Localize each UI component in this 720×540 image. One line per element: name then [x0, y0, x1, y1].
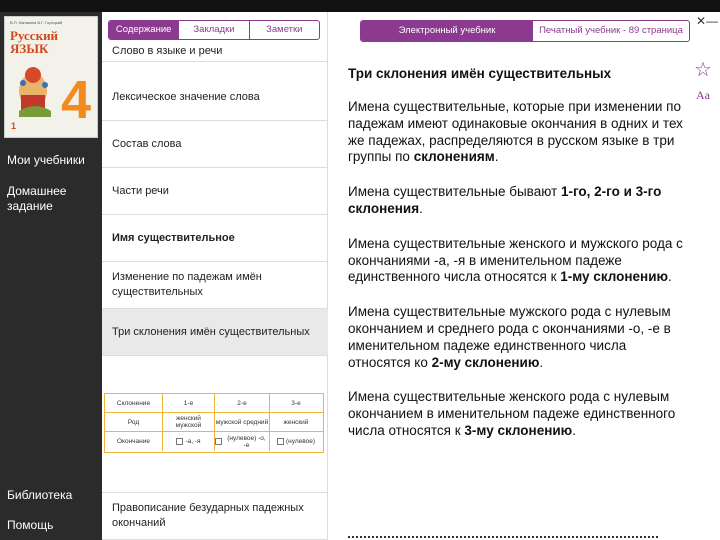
font-size-button[interactable]: Aa: [696, 88, 710, 103]
toc-item-label: Три склонения имён существительных: [112, 325, 310, 338]
toc-item-label: Имя существительное: [112, 231, 235, 244]
table-cell: (нулевое): [270, 432, 322, 451]
toc-item[interactable]: Слово в языке и речи: [102, 42, 328, 62]
tab-printed-textbook[interactable]: Печатный учебник - 89 страница: [533, 21, 689, 41]
sidebar-item-library[interactable]: Библиотека: [7, 488, 72, 503]
paragraph-end: .: [494, 149, 499, 165]
contents-panel: Содержание Закладки Заметки Слово в язык…: [102, 12, 328, 540]
table-cell: (нулевое) -о, -е: [215, 432, 270, 451]
checkbox[interactable]: [215, 438, 222, 445]
toc-item-label: Состав слова: [112, 137, 182, 150]
toc-item[interactable]: Части речи: [102, 168, 328, 215]
table-cell: женский мужской: [163, 413, 215, 431]
close-icon[interactable]: ✕—: [696, 14, 718, 28]
tab-notes[interactable]: Заметки: [250, 21, 319, 39]
book-title: Русский язык: [10, 29, 58, 55]
toc-item-selected[interactable]: Три склонения имён существительных: [102, 309, 328, 356]
table-cell: Окончание: [105, 432, 163, 451]
article-paragraph: Имена существительные, которые при измен…: [348, 99, 690, 166]
article: Три склонения имён существительных Имена…: [348, 66, 690, 458]
book-grade: 4: [60, 70, 91, 130]
book-authors: В.П. Канакина В.Г. Горецкий: [10, 20, 63, 25]
toc-item[interactable]: Изменение по падежам имён существительны…: [102, 262, 328, 309]
book-title-line2: язык: [10, 41, 49, 56]
paragraph-bold: 1-му склонению: [560, 269, 669, 285]
toc-item-label: Лексическое значение слова: [112, 90, 260, 103]
table-row: Окончание -а, -я (нулевое) -о, -е (нулев…: [105, 432, 323, 451]
paragraph-bold: 2-му склонению: [431, 354, 540, 370]
paragraph-bold: 3-му склонению: [464, 422, 573, 438]
truncated-text-line: [348, 536, 658, 540]
table-header-cell: 1-е: [163, 394, 215, 412]
toc-item-label: Слово в языке и речи: [112, 45, 223, 57]
article-title: Три склонения имён существительных: [348, 66, 612, 81]
tab-bookmarks[interactable]: Закладки: [179, 21, 250, 39]
tab-contents[interactable]: Содержание: [109, 21, 180, 39]
toc-item-label: Изменение по падежам имён существительны…: [112, 271, 262, 298]
checkbox[interactable]: [176, 438, 184, 445]
table-cell: мужской средний: [215, 413, 270, 431]
sidebar: В.П. Канакина В.Г. Горецкий Русский язык…: [0, 12, 102, 540]
checkbox[interactable]: [276, 438, 284, 445]
table-cell: -а, -я: [163, 432, 215, 451]
table-cell: женский: [283, 418, 309, 426]
paragraph-end: .: [572, 422, 576, 438]
paragraph-end: .: [539, 354, 544, 370]
toc-item[interactable]: Состав слова: [102, 121, 328, 168]
table-header-row: Склонение 1-е 2-е 3-е: [105, 394, 323, 413]
paragraph-end: .: [419, 200, 423, 216]
paragraph-bold: склонениям: [413, 149, 495, 165]
table-header-cell: Склонение: [105, 394, 163, 412]
table-header-cell: 3-е: [291, 399, 301, 407]
toc-item-label: Части речи: [112, 184, 169, 197]
paragraph-text: Имена существительные, которые при измен…: [348, 99, 683, 165]
sidebar-item-my-textbooks[interactable]: Мои учебники: [7, 153, 85, 168]
contents-tabs: Содержание Закладки Заметки: [108, 20, 320, 40]
view-mode-tabs: Электронный учебник Печатный учебник - 8…: [360, 20, 690, 42]
article-paragraph: Имена существительные мужского рода с ну…: [348, 304, 690, 371]
article-paragraph: Имена существительные женского и мужског…: [348, 236, 690, 286]
bookmark-star-icon[interactable]: ☆: [694, 60, 712, 80]
book-cover-illustration: [19, 67, 51, 117]
article-paragraph: Имена существительные женского рода с ну…: [348, 389, 690, 439]
table-cell: Род: [105, 413, 163, 431]
article-paragraph: Имена существительные бывают 1-го, 2-го …: [348, 184, 690, 218]
paragraph-text: Имена существительные бывают: [348, 184, 561, 200]
tab-electronic-textbook[interactable]: Электронный учебник: [361, 21, 533, 41]
reader-panel: Электронный учебник Печатный учебник - 8…: [328, 12, 720, 540]
toc-item[interactable]: Лексическое значение слова: [102, 74, 328, 121]
paragraph-end: .: [668, 269, 672, 285]
book-part: 1: [11, 121, 17, 131]
status-bar: [0, 0, 720, 12]
table-cell-text: (нулевое): [285, 438, 316, 445]
table-cell-text: (нулевое) -о, -е: [227, 434, 266, 449]
toc-item[interactable]: Имя существительное: [102, 215, 328, 262]
declension-table: Склонение 1-е 2-е 3-е Род женский мужско…: [104, 393, 324, 453]
book-cover[interactable]: В.П. Канакина В.Г. Горецкий Русский язык…: [4, 16, 98, 138]
sidebar-item-homework[interactable]: Домашнее задание: [7, 184, 87, 214]
table-header-cell: 2-е: [215, 394, 270, 412]
toc-item-label: Правописание безударных падежных окончан…: [112, 502, 304, 529]
toc-item[interactable]: Правописание безударных падежных окончан…: [102, 492, 328, 540]
table-cell-text: -а, -я: [185, 438, 201, 445]
sidebar-item-help[interactable]: Помощь: [7, 518, 53, 533]
table-row: Род женский мужской мужской средний женс…: [105, 413, 323, 432]
